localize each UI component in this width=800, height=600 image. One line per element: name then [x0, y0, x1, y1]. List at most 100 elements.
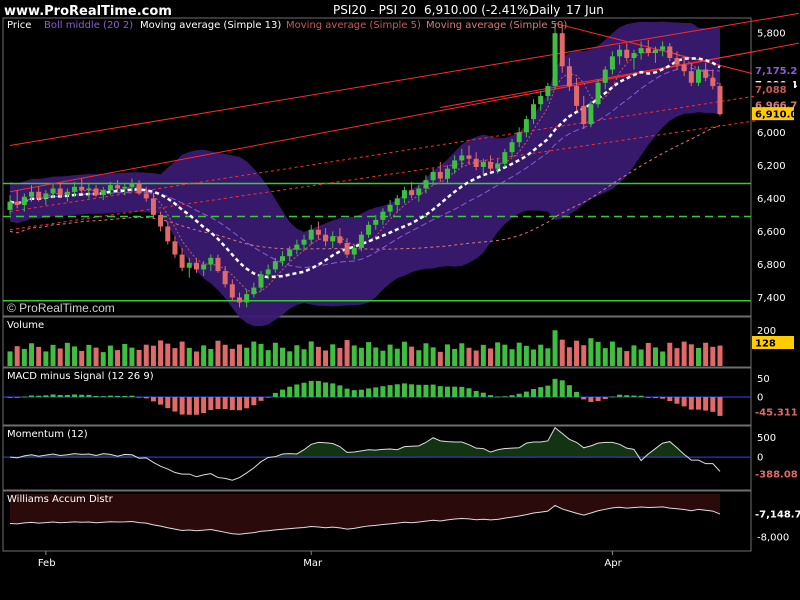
candle-body — [50, 188, 56, 194]
macd-bar — [373, 387, 379, 397]
volume-bar — [452, 348, 458, 366]
candle-body — [358, 234, 364, 248]
macd-bar — [337, 385, 343, 397]
candle-body — [409, 190, 415, 196]
macd-bar — [523, 391, 529, 397]
macd-bar — [287, 386, 293, 397]
candle-body — [208, 257, 214, 265]
volume-bar — [545, 348, 551, 366]
volume-bar — [193, 351, 199, 366]
macd-bar — [93, 395, 99, 397]
candle-body — [502, 152, 508, 164]
candle-body — [444, 168, 450, 179]
williams-title: Williams Accum Distr — [7, 494, 114, 505]
macd-bar — [394, 384, 400, 397]
volume-bar — [444, 344, 450, 366]
macd-bar — [366, 388, 372, 397]
macd-bar — [258, 397, 264, 401]
macd-bar — [150, 397, 156, 402]
macd-bar — [566, 385, 572, 397]
volume-bar — [717, 345, 723, 366]
macd-bar — [681, 397, 687, 407]
volume-bar — [602, 348, 608, 366]
candle-body — [330, 236, 336, 242]
macd-bar — [380, 386, 386, 397]
macd-bar — [516, 393, 522, 397]
macd-bar — [251, 397, 257, 406]
macd-bar — [609, 396, 615, 398]
candle-body — [495, 163, 501, 169]
volume-bar — [64, 342, 70, 366]
macd-bar — [703, 397, 709, 411]
candle-body — [452, 160, 458, 169]
volume-bar — [315, 346, 321, 366]
volume-bar — [36, 346, 42, 366]
volume-bar — [29, 343, 35, 366]
volume-bar — [552, 330, 558, 366]
macd-bar — [172, 397, 178, 412]
candle-body — [21, 196, 27, 205]
macd-bar — [315, 380, 321, 397]
macd-bar — [602, 397, 608, 400]
volume-bar — [502, 344, 508, 366]
last-price: 6,910.00 (-2.41%) — [424, 3, 533, 17]
candle-body — [652, 49, 658, 54]
momentum-panel-frame — [2, 425, 752, 491]
price-axis-label: 6,200 — [757, 161, 786, 172]
volume-bar — [201, 345, 207, 366]
candle-body — [394, 198, 400, 205]
volume-bar — [229, 348, 235, 366]
candle-body — [186, 262, 192, 268]
volume-bar — [480, 344, 486, 366]
volume-bar — [588, 338, 594, 366]
legend-ma5: Moving average (Simple 5) — [286, 20, 421, 31]
volume-bar — [617, 347, 623, 366]
macd-bar — [236, 397, 242, 411]
candle-body — [7, 201, 13, 210]
volume-bar — [43, 351, 49, 366]
price-axis-label: 6,400 — [757, 194, 786, 205]
macd-bar — [437, 386, 443, 397]
candle-body — [717, 86, 723, 115]
candle-body — [79, 186, 85, 191]
candle-body — [129, 183, 135, 187]
macd-bar — [710, 397, 716, 412]
volume-bar — [122, 343, 128, 366]
candle-body — [57, 188, 63, 196]
macd-bar — [695, 397, 701, 410]
volume-bar — [366, 342, 372, 366]
volume-bar — [430, 347, 436, 366]
macd-bar — [416, 384, 422, 397]
candle-body — [258, 274, 264, 288]
macd-bar — [645, 397, 651, 398]
candle-body — [473, 158, 479, 167]
macd-bar — [344, 388, 350, 397]
volume-bar — [351, 345, 357, 366]
candle-body — [373, 219, 379, 225]
month-label: Mar — [303, 558, 323, 569]
candle-body — [638, 48, 644, 54]
macd-bar — [595, 397, 601, 402]
period-label: Daily — [530, 3, 560, 17]
macd-bar — [179, 397, 185, 415]
candle-body — [222, 271, 228, 285]
williams-axis-label: -8,000 — [757, 533, 789, 544]
volume-bar — [251, 341, 257, 366]
volume-bar — [150, 345, 156, 366]
candle-body — [351, 247, 357, 255]
volume-bar — [394, 348, 400, 366]
volume-bar — [538, 344, 544, 366]
momentum-title: Momentum (12) — [7, 429, 88, 440]
candle-body — [236, 297, 242, 303]
candle-body — [703, 69, 709, 78]
legend-ma50: Moving average (Simple 50) — [426, 20, 567, 31]
volume-bar — [581, 345, 587, 366]
badge-momentum: -388.08 — [755, 470, 798, 481]
macd-bar — [323, 382, 329, 397]
candle-body — [559, 33, 565, 67]
volume-bar — [93, 347, 99, 366]
volume-bar — [681, 341, 687, 366]
macd-bar — [158, 397, 164, 405]
volume-bar — [172, 348, 178, 366]
legend-ma13: Moving average (Simple 13) — [140, 20, 281, 31]
